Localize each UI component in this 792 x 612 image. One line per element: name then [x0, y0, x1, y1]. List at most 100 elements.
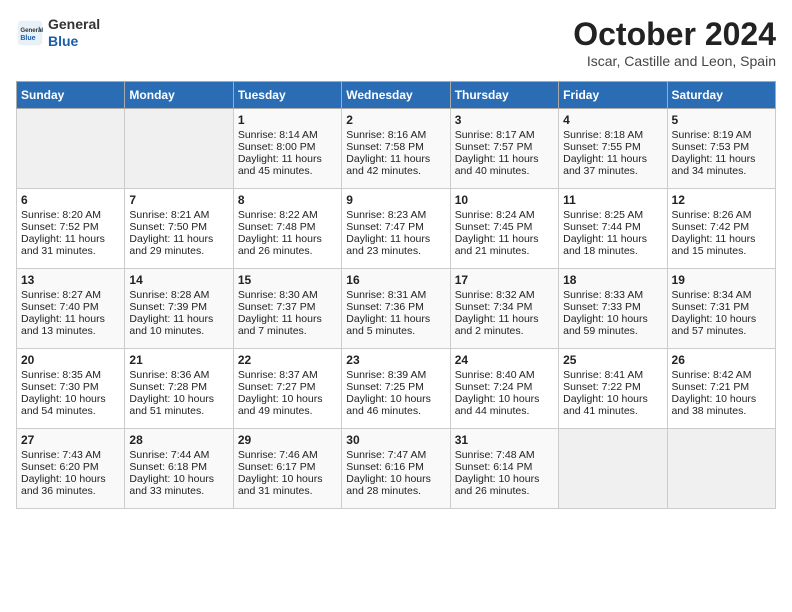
calendar-cell: 18 Sunrise: 8:33 AMSunset: 7:33 PMDayligh…: [559, 269, 667, 349]
day-number: 28: [129, 433, 228, 447]
day-info: Sunrise: 8:24 AM: [455, 209, 554, 221]
day-info: Sunrise: 7:46 AM: [238, 449, 337, 461]
day-number: 19: [672, 273, 771, 287]
day-info: Sunset: 7:30 PM: [21, 381, 120, 393]
calendar-cell: 29Sunrise: 7:46 AMSunset: 6:17 PMDayligh…: [233, 429, 341, 509]
calendar-cell: 9Sunrise: 8:23 AMSunset: 7:47 PMDaylight…: [342, 189, 450, 269]
day-info: Daylight: 11 hours and 5 minutes.: [346, 313, 445, 337]
day-info: Sunrise: 8:41 AM: [563, 369, 662, 381]
weekday-header: Wednesday: [342, 82, 450, 109]
day-info: Daylight: 10 hours and 49 minutes.: [238, 393, 337, 417]
day-info: Daylight: 10 hours and 46 minutes.: [346, 393, 445, 417]
calendar-week-row: 6Sunrise: 8:20 AMSunset: 7:52 PMDaylight…: [17, 189, 776, 269]
day-number: 18: [563, 273, 662, 287]
day-info: Sunset: 7:34 PM: [455, 301, 554, 313]
day-number: 15: [238, 273, 337, 287]
day-info: Sunrise: 7:48 AM: [455, 449, 554, 461]
day-info: Sunset: 7:57 PM: [455, 141, 554, 153]
day-info: Daylight: 11 hours and 37 minutes.: [563, 153, 662, 177]
calendar-week-row: 20Sunrise: 8:35 AMSunset: 7:30 PMDayligh…: [17, 349, 776, 429]
day-number: 29: [238, 433, 337, 447]
day-number: 13: [21, 273, 120, 287]
day-info: Daylight: 11 hours and 45 minutes.: [238, 153, 337, 177]
day-info: Sunset: 7:53 PM: [672, 141, 771, 153]
day-info: Sunset: 7:21 PM: [672, 381, 771, 393]
day-info: Sunrise: 8:33 AM: [563, 289, 662, 301]
day-info: Sunrise: 8:31 AM: [346, 289, 445, 301]
day-info: Daylight: 11 hours and 23 minutes.: [346, 233, 445, 257]
day-info: Sunrise: 8:20 AM: [21, 209, 120, 221]
day-number: 22: [238, 353, 337, 367]
weekday-header: Thursday: [450, 82, 558, 109]
day-number: 25: [563, 353, 662, 367]
day-number: 23: [346, 353, 445, 367]
calendar-cell: 24Sunrise: 8:40 AMSunset: 7:24 PMDayligh…: [450, 349, 558, 429]
day-info: Sunset: 7:50 PM: [129, 221, 228, 233]
day-info: Sunset: 7:28 PM: [129, 381, 228, 393]
day-info: Daylight: 10 hours and 33 minutes.: [129, 473, 228, 497]
day-info: Daylight: 11 hours and 2 minutes.: [455, 313, 554, 337]
day-number: 26: [672, 353, 771, 367]
day-info: Sunrise: 8:40 AM: [455, 369, 554, 381]
day-info: Sunrise: 8:21 AM: [129, 209, 228, 221]
weekday-header-row: SundayMondayTuesdayWednesdayThursdayFrid…: [17, 82, 776, 109]
day-info: Sunrise: 8:42 AM: [672, 369, 771, 381]
day-info: Sunrise: 8:19 AM: [672, 129, 771, 141]
day-info: Daylight: 11 hours and 40 minutes.: [455, 153, 554, 177]
calendar-cell: [125, 109, 233, 189]
day-info: Sunset: 6:17 PM: [238, 461, 337, 473]
day-info: Daylight: 10 hours and 28 minutes.: [346, 473, 445, 497]
calendar-cell: 30 Sunrise: 7:47 AMSunset: 6:16 PMDayligh…: [342, 429, 450, 509]
day-number: 3: [455, 113, 554, 127]
day-info: Sunrise: 8:27 AM: [21, 289, 120, 301]
day-info: Daylight: 11 hours and 31 minutes.: [21, 233, 120, 257]
day-info: Sunrise: 7:47 AM: [346, 449, 445, 461]
day-info: Sunset: 7:40 PM: [21, 301, 120, 313]
day-info: Sunset: 6:14 PM: [455, 461, 554, 473]
calendar-cell: 25Sunrise: 8:41 AMSunset: 7:22 PMDayligh…: [559, 349, 667, 429]
day-info: Daylight: 10 hours and 59 minutes.: [563, 313, 662, 337]
day-info: Sunset: 6:16 PM: [346, 461, 445, 473]
day-info: Daylight: 11 hours and 15 minutes.: [672, 233, 771, 257]
location-text: Iscar, Castille and Leon, Spain: [573, 53, 776, 69]
day-number: 6: [21, 193, 120, 207]
weekday-header: Saturday: [667, 82, 775, 109]
day-number: 16: [346, 273, 445, 287]
day-info: Sunset: 7:36 PM: [346, 301, 445, 313]
calendar-cell: 22Sunrise: 8:37 AMSunset: 7:27 PMDayligh…: [233, 349, 341, 429]
calendar-cell: 7Sunrise: 8:21 AMSunset: 7:50 PMDaylight…: [125, 189, 233, 269]
day-info: Sunset: 8:00 PM: [238, 141, 337, 153]
day-number: 30: [346, 433, 445, 447]
logo-text: General Blue: [48, 16, 100, 50]
weekday-header: Sunday: [17, 82, 125, 109]
day-info: Daylight: 10 hours and 54 minutes.: [21, 393, 120, 417]
day-info: Sunrise: 8:34 AM: [672, 289, 771, 301]
day-info: Sunset: 7:24 PM: [455, 381, 554, 393]
day-info: Sunset: 7:39 PM: [129, 301, 228, 313]
day-number: 7: [129, 193, 228, 207]
day-info: Daylight: 10 hours and 44 minutes.: [455, 393, 554, 417]
day-info: Sunrise: 8:35 AM: [21, 369, 120, 381]
day-info: Daylight: 11 hours and 7 minutes.: [238, 313, 337, 337]
calendar-cell: 31Sunrise: 7:48 AMSunset: 6:14 PMDayligh…: [450, 429, 558, 509]
day-info: Sunset: 7:37 PM: [238, 301, 337, 313]
calendar-cell: 19Sunrise: 8:34 AMSunset: 7:31 PMDayligh…: [667, 269, 775, 349]
calendar-table: SundayMondayTuesdayWednesdayThursdayFrid…: [16, 81, 776, 509]
calendar-cell: [17, 109, 125, 189]
calendar-week-row: 27Sunrise: 7:43 AMSunset: 6:20 PMDayligh…: [17, 429, 776, 509]
calendar-cell: [559, 429, 667, 509]
day-info: Sunset: 7:52 PM: [21, 221, 120, 233]
calendar-cell: 20Sunrise: 8:35 AMSunset: 7:30 PMDayligh…: [17, 349, 125, 429]
day-info: Sunset: 6:20 PM: [21, 461, 120, 473]
logo: General Blue General Blue: [16, 16, 100, 50]
day-info: Sunset: 7:55 PM: [563, 141, 662, 153]
day-number: 17: [455, 273, 554, 287]
day-info: Sunset: 7:33 PM: [563, 301, 662, 313]
calendar-cell: 28Sunrise: 7:44 AMSunset: 6:18 PMDayligh…: [125, 429, 233, 509]
calendar-cell: 1Sunrise: 8:14 AMSunset: 8:00 PMDaylight…: [233, 109, 341, 189]
calendar-cell: 15Sunrise: 8:30 AMSunset: 7:37 PMDayligh…: [233, 269, 341, 349]
day-number: 8: [238, 193, 337, 207]
weekday-header: Monday: [125, 82, 233, 109]
day-info: Sunset: 7:42 PM: [672, 221, 771, 233]
calendar-cell: 21Sunrise: 8:36 AMSunset: 7:28 PMDayligh…: [125, 349, 233, 429]
